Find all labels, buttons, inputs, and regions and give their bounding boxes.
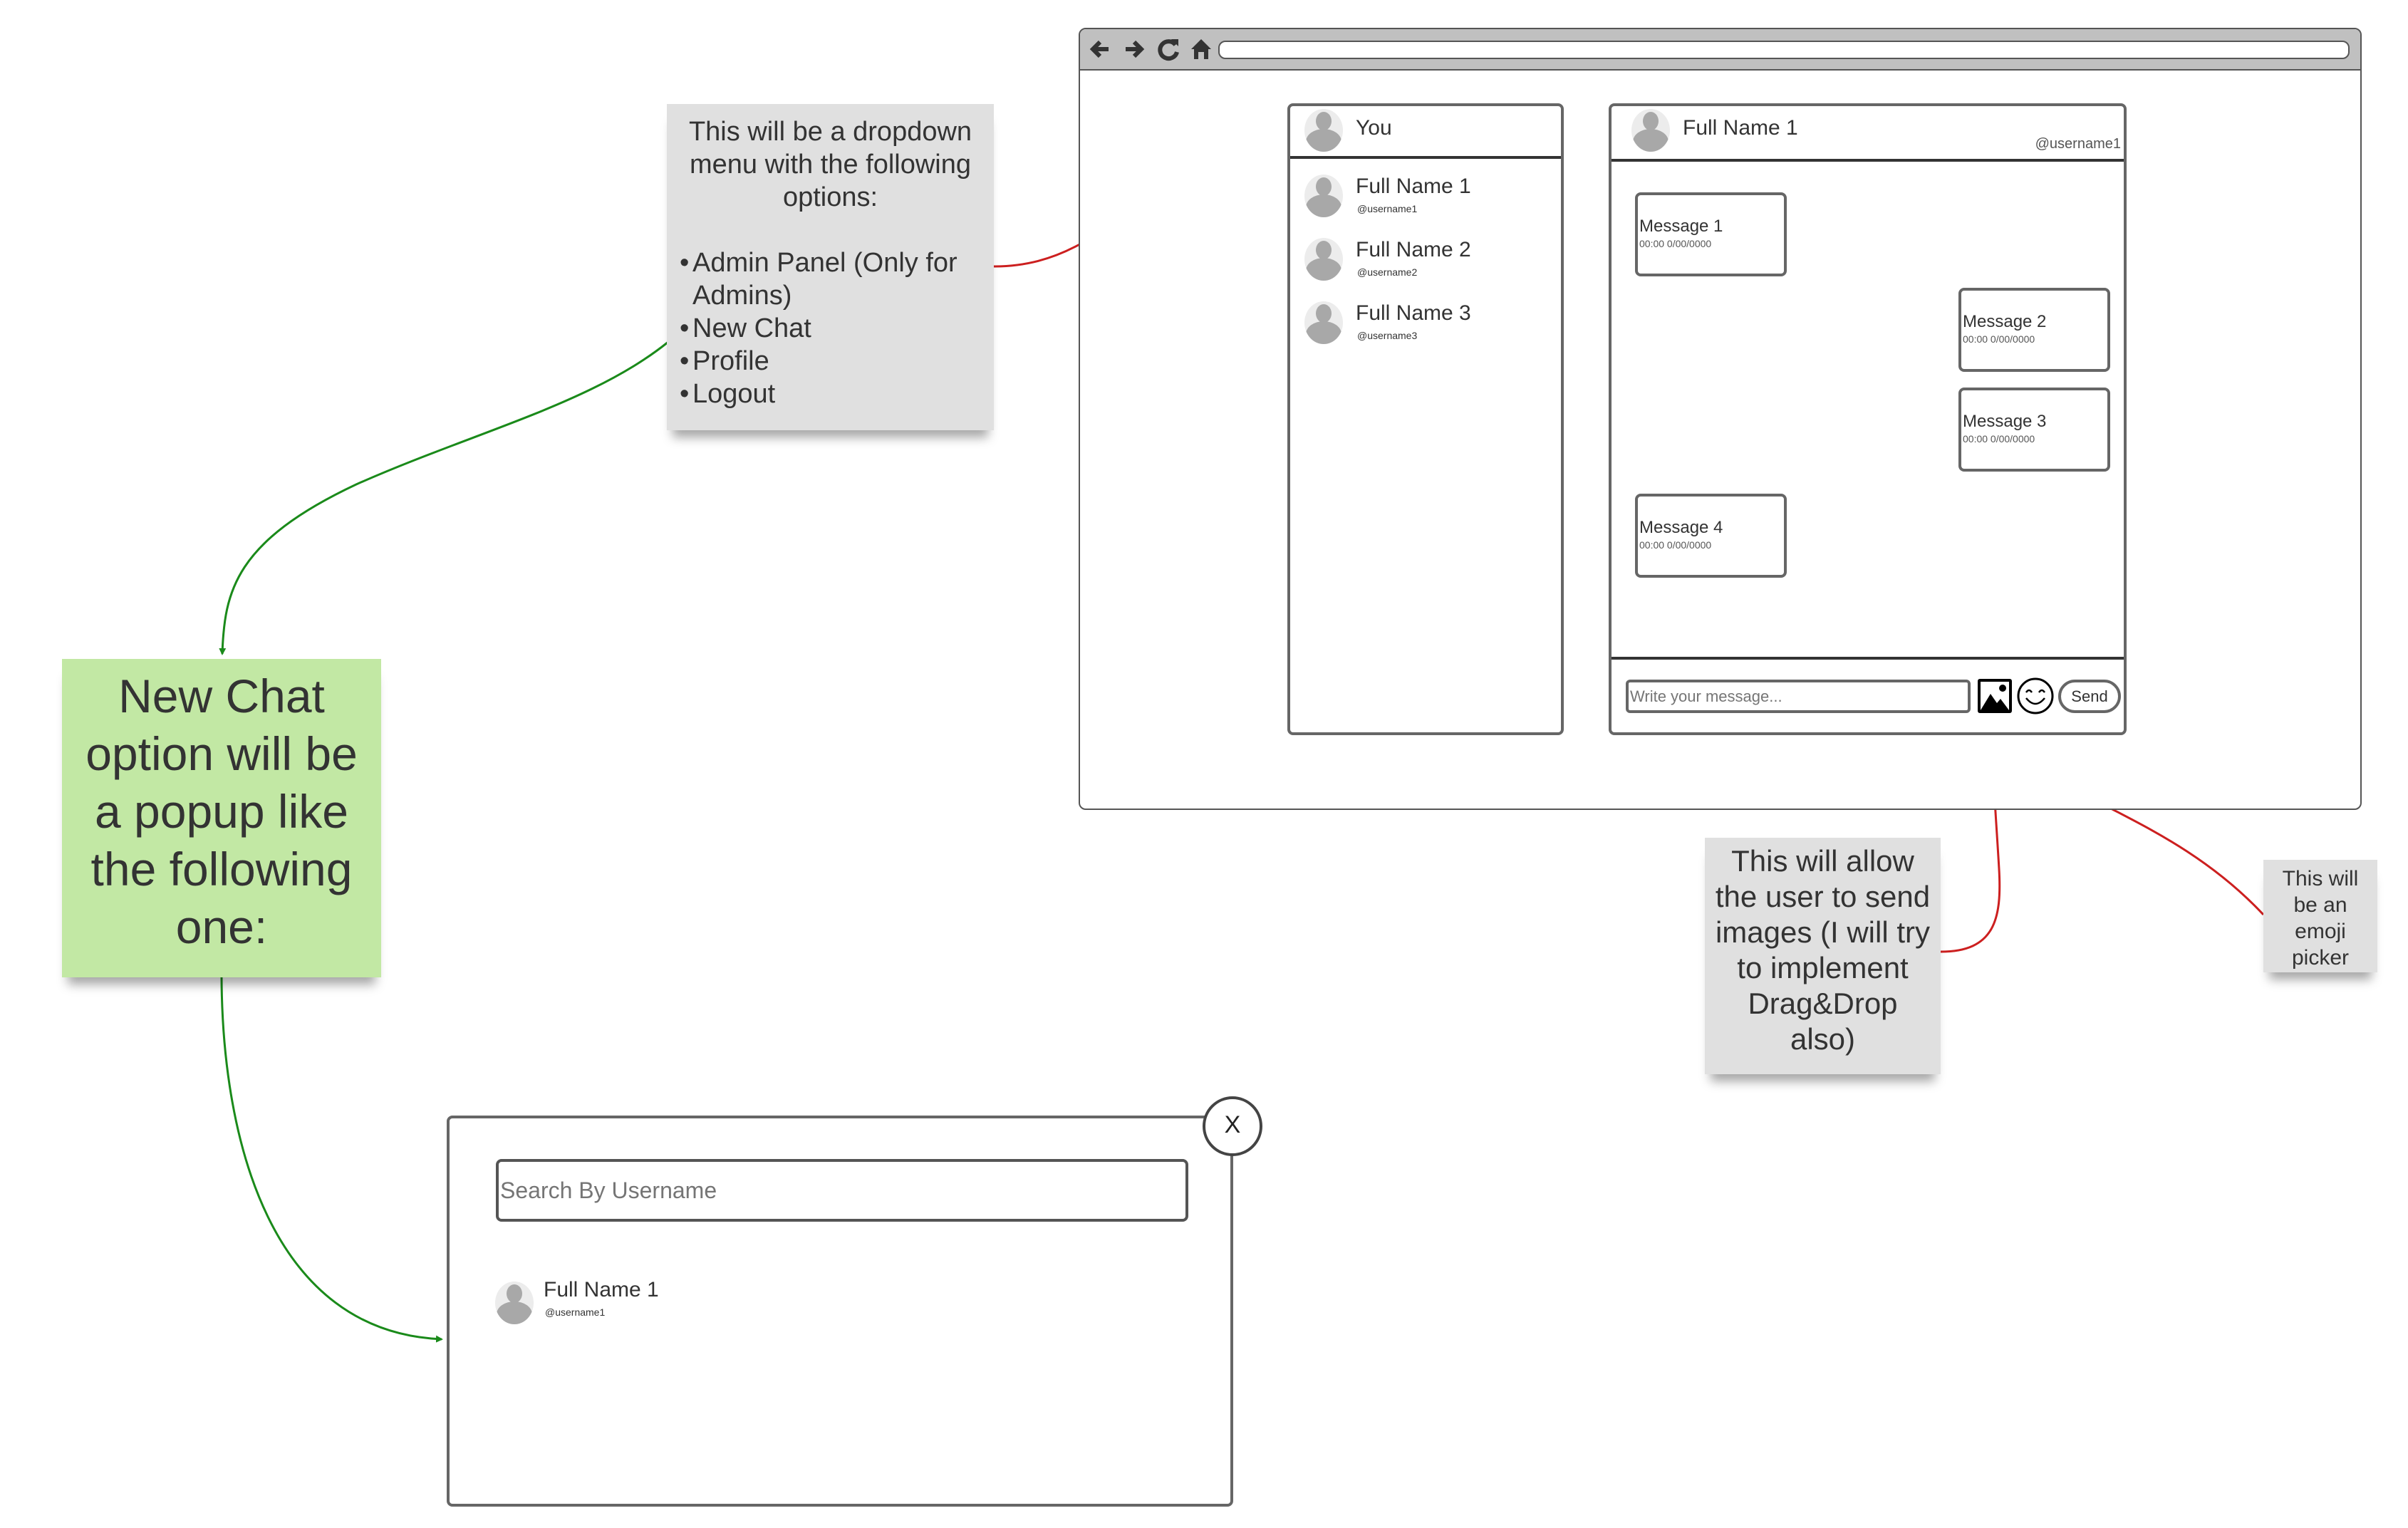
current-user-avatar[interactable]: [1304, 109, 1343, 152]
result-username: @username1: [545, 1306, 606, 1318]
new-chat-note: New Chat option will be a popup like the…: [62, 659, 381, 977]
emoji-picker-note: This will be an emoji picker: [2263, 860, 2377, 972]
dropdown-option-admin-panel: Admin Panel (Only for Admins): [680, 246, 981, 312]
message-text: Message 1: [1639, 217, 1723, 236]
message-text: Message 2: [1963, 312, 2047, 331]
dropdown-option-profile: Profile: [680, 345, 981, 378]
contact-username: @username2: [1357, 266, 1418, 278]
message-input[interactable]: [1626, 680, 1971, 713]
home-icon[interactable]: [1187, 35, 1215, 63]
dropdown-option-new-chat: New Chat: [680, 312, 981, 345]
contact-avatar: [1304, 238, 1343, 281]
contacts-sidebar: You Full Name 1 @username1 Full Name 2 @…: [1287, 103, 1564, 735]
message-text: Message 4: [1639, 518, 1723, 537]
arrow-green-note-to-popup: [220, 977, 443, 1343]
dropdown-option-logout: Logout: [680, 378, 981, 410]
chat-header-divider: [1612, 159, 2124, 162]
arrow-newchat-to-green-note: [219, 323, 690, 655]
message-bubble: Message 3 00:00 0/00/0000: [1958, 388, 2110, 472]
message-bubble: Message 4 00:00 0/00/0000: [1635, 494, 1787, 578]
contact-name: Full Name 1: [1356, 175, 1471, 198]
message-timestamp: 00:00 0/00/0000: [1963, 333, 2035, 345]
search-username-input[interactable]: [496, 1159, 1188, 1222]
result-avatar: [495, 1282, 534, 1324]
image-upload-icon[interactable]: [1977, 678, 2013, 714]
dropdown-menu-note: This will be a dropdown menu with the fo…: [667, 104, 994, 430]
current-user-label[interactable]: You: [1356, 116, 1392, 140]
message-timestamp: 00:00 0/00/0000: [1639, 539, 1712, 551]
new-chat-popup: Full Name 1 @username1: [447, 1116, 1233, 1507]
contact-avatar: [1304, 301, 1343, 344]
send-button[interactable]: Send: [2058, 680, 2121, 713]
address-bar[interactable]: [1218, 41, 2350, 59]
forward-arrow-icon[interactable]: [1120, 35, 1148, 63]
contact-avatar: [1304, 175, 1343, 217]
dropdown-options-list: Admin Panel (Only for Admins) New Chat P…: [680, 246, 981, 410]
message-timestamp: 00:00 0/00/0000: [1639, 238, 1712, 249]
result-name: Full Name 1: [544, 1278, 659, 1301]
chat-panel: Full Name 1 @username1 Message 1 00:00 0…: [1609, 103, 2127, 735]
message-bubble: Message 1 00:00 0/00/0000: [1635, 192, 1787, 276]
sidebar-header-divider: [1290, 156, 1561, 159]
contact-username: @username1: [1357, 203, 1418, 214]
reload-icon[interactable]: [1154, 35, 1183, 63]
popup-close-button[interactable]: X: [1203, 1096, 1262, 1156]
back-arrow-icon[interactable]: [1086, 35, 1114, 63]
message-timestamp: 00:00 0/00/0000: [1963, 433, 2035, 445]
image-upload-note: This will allow the user to send images …: [1705, 838, 1941, 1074]
chat-partner-avatar: [1631, 109, 1670, 152]
dropdown-note-title: This will be a dropdown menu with the fo…: [688, 117, 972, 212]
message-text: Message 3: [1963, 412, 2047, 431]
composer-divider: [1612, 657, 2124, 660]
browser-toolbar: [1080, 29, 2360, 71]
emoji-picker-icon[interactable]: [2016, 677, 2055, 715]
contact-name: Full Name 3: [1356, 301, 1471, 325]
message-bubble: Message 2 00:00 0/00/0000: [1958, 288, 2110, 372]
chat-partner-username: @username1: [2035, 136, 2121, 152]
contact-username: @username3: [1357, 330, 1418, 341]
contact-name: Full Name 2: [1356, 238, 1471, 261]
chat-partner-name: Full Name 1: [1683, 116, 1798, 140]
